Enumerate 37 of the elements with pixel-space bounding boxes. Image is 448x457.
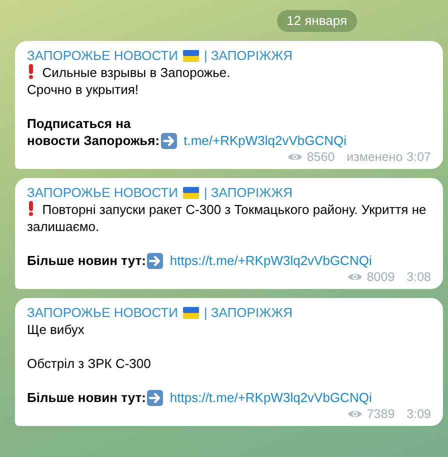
view-count: 8009 xyxy=(366,269,395,285)
message-text: Сильные взрывы в Запорожье. xyxy=(27,64,431,81)
view-count: 8560 xyxy=(306,149,335,165)
channel-name-suffix: | ЗАПОРІЖЖЯ xyxy=(204,184,292,201)
arrow-icon xyxy=(160,132,177,148)
exclamation-icon xyxy=(27,64,35,79)
message-text: Обстріл з ЗРК С-300 xyxy=(27,355,152,372)
arrow-icon xyxy=(146,390,163,406)
link-caption: Більше новин тут: xyxy=(27,252,146,269)
link-caption: Більше новин тут: xyxy=(27,389,146,406)
views-icon xyxy=(346,271,363,283)
channel-link[interactable]: https://t.me/+RKpW3lq2vVbGCNQi xyxy=(170,389,372,406)
view-count: 7389 xyxy=(366,406,395,422)
arrow-icon xyxy=(146,252,163,268)
message-time: 3:09 xyxy=(406,406,431,422)
message-text: Повторні запуски ракет С-300 з Токмацького району. Укриття не залишаємо. xyxy=(27,201,428,235)
channel-name-suffix: | ЗАПОРІЖЖЯ xyxy=(204,304,292,321)
link-caption: новости Запорожья: xyxy=(27,132,160,149)
message-time: 3:07 xyxy=(406,149,431,165)
flag-icon xyxy=(182,186,199,198)
views-icon xyxy=(346,408,363,420)
edited-label: изменено xyxy=(346,149,403,165)
channel-link[interactable]: t.me/+RKpW3lq2vVbGCNQi xyxy=(184,132,347,149)
message-time: 3:08 xyxy=(406,269,431,285)
channel-link[interactable]: https://t.me/+RKpW3lq2vVbGCNQi xyxy=(170,252,372,269)
flag-icon xyxy=(182,50,199,62)
message-text: Срочно в укрытия! xyxy=(27,81,140,98)
channel-name[interactable]: ЗАПОРОЖЬЕ НОВОСТИ xyxy=(27,304,178,321)
channel-name-suffix: | ЗАПОРІЖЖЯ xyxy=(204,47,292,64)
date-badge: 12 января xyxy=(276,10,357,32)
channel-name[interactable]: ЗАПОРОЖЬЕ НОВОСТИ xyxy=(27,47,178,64)
exclamation-icon xyxy=(27,201,35,216)
flag-icon xyxy=(182,306,199,318)
message-text: Ще вибух xyxy=(27,321,86,338)
channel-name[interactable]: ЗАПОРОЖЬЕ НОВОСТИ xyxy=(27,184,178,201)
message-text: Подписаться на xyxy=(27,115,132,132)
views-icon xyxy=(286,151,303,163)
